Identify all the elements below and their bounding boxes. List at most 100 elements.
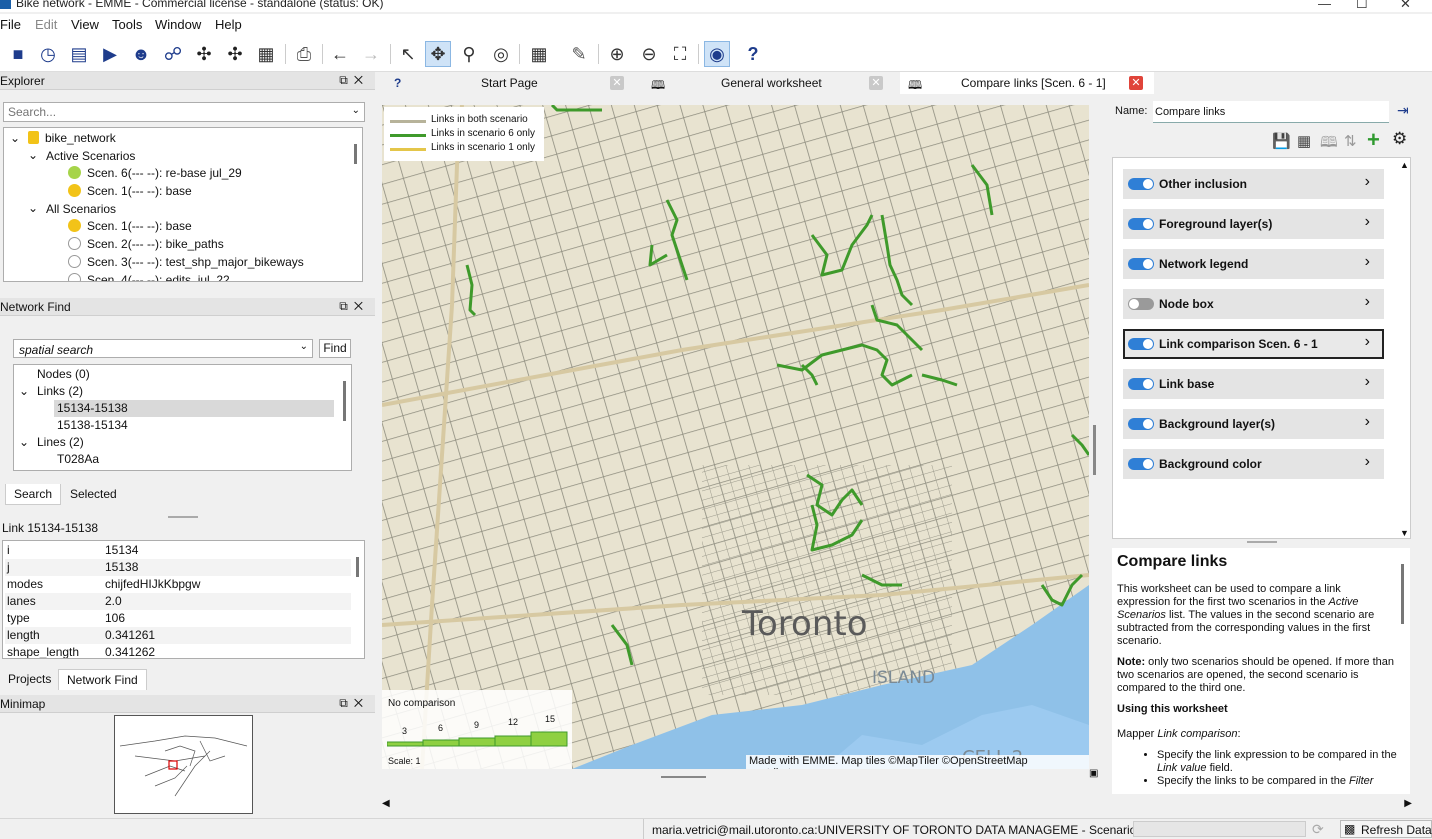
splitter-handle[interactable] [1093, 425, 1096, 475]
results-nodes[interactable]: Nodes (0) [37, 367, 90, 381]
save-as-icon[interactable]: ▦ [1297, 132, 1311, 150]
pan-icon[interactable]: ✥ [425, 41, 451, 67]
back-icon[interactable]: ← [327, 41, 353, 67]
layer-list-scrollbar[interactable]: ▲ ▼ [1400, 160, 1410, 538]
print-icon[interactable]: ⎙ [291, 41, 317, 67]
layer-network-legend[interactable]: Network legend › [1123, 249, 1384, 279]
scroll-left-icon[interactable]: ◀ [382, 798, 390, 809]
share-table-icon[interactable]: ✣ [222, 41, 248, 67]
toggle-switch[interactable] [1128, 178, 1154, 190]
results-link-item[interactable]: 15134-15138 [57, 401, 128, 415]
chevron-right-icon[interactable]: › [1365, 213, 1370, 231]
tab-compare-links[interactable]: 🕮 Compare links [Scen. 6 - 1] ✕ [900, 72, 1154, 94]
scrollbar[interactable] [1401, 564, 1404, 624]
active-scenario-1[interactable]: Scen. 1(--- --): base [68, 184, 192, 198]
menu-edit[interactable]: Edit [35, 17, 57, 32]
close-icon[interactable]: ✕ [869, 76, 883, 90]
zoom-in-icon[interactable]: ⊕ [604, 41, 630, 67]
map-corner-icon[interactable]: ▣ [1089, 768, 1102, 781]
tab-general-worksheet[interactable]: 🕮 General worksheet ✕ [643, 72, 895, 94]
find-query-box[interactable]: spatial search ⌄ [13, 339, 313, 358]
layer-link-base[interactable]: Link base › [1123, 369, 1384, 399]
chevron-down-icon[interactable]: ⌄ [352, 105, 360, 116]
scenario-1[interactable]: Scen. 1(--- --): base [68, 219, 192, 233]
close-icon[interactable]: ✕ [1129, 76, 1143, 90]
forward-icon[interactable]: → [358, 41, 384, 67]
zoom-out-icon[interactable]: ⊖ [636, 41, 662, 67]
fit-icon[interactable]: ⛶ [667, 41, 693, 67]
book-icon[interactable]: 🕮 [1320, 132, 1338, 157]
explorer-search[interactable]: ⌄ [3, 102, 365, 122]
gear-icon[interactable]: ⚙ [1392, 129, 1407, 149]
toggle-switch[interactable] [1128, 418, 1154, 430]
table-icon[interactable]: ▦ [253, 41, 279, 67]
refresh-data-button[interactable]: ▩ Refresh Data [1340, 820, 1432, 838]
users-icon[interactable]: ☻ [128, 41, 154, 67]
scenario-4[interactable]: Scen. 4(--- --): edits_jul_22 [68, 273, 230, 281]
map-view[interactable]: Toronto ISLAND CELL 2 Links in both scen… [382, 105, 1089, 769]
layer-background[interactable]: Background layer(s) › [1123, 409, 1384, 439]
panel-buttons[interactable]: ⧉✕ [339, 696, 369, 711]
expand-icon[interactable]: ⌄ [19, 435, 29, 449]
tab-search[interactable]: Search [5, 484, 62, 505]
clock-icon[interactable]: ◷ [35, 41, 61, 67]
scroll-down-icon[interactable]: ▼ [1400, 528, 1409, 538]
tab-selected[interactable]: Selected [62, 484, 125, 504]
layer-other-inclusion[interactable]: Other inclusion › [1123, 169, 1384, 199]
all-scenarios-group[interactable]: All Scenarios [46, 202, 116, 216]
expand-icon[interactable]: ⌄ [28, 201, 38, 215]
toggle-switch[interactable] [1128, 218, 1154, 230]
expand-icon[interactable]: ⌄ [28, 148, 38, 162]
layer-link-comparison[interactable]: Link comparison Scen. 6 - 1 › [1123, 329, 1384, 359]
splitter-handle[interactable] [1247, 541, 1277, 543]
chevron-right-icon[interactable]: › [1365, 453, 1370, 471]
close-icon[interactable]: ✕ [610, 76, 624, 90]
expand-icon[interactable]: ⌄ [19, 384, 29, 398]
results-link-item[interactable]: 15138-15134 [57, 418, 128, 432]
chevron-right-icon[interactable]: › [1365, 333, 1370, 351]
panel-buttons[interactable]: ⧉✕ [339, 299, 369, 314]
media-icon[interactable]: ▶ [97, 41, 123, 67]
tab-start-page[interactable]: ? Start Page ✕ [386, 72, 638, 94]
chevron-down-icon[interactable]: ⌄ [300, 341, 308, 352]
menu-view[interactable]: View [71, 17, 99, 32]
scenario-2[interactable]: Scen. 2(--- --): bike_paths [68, 237, 224, 251]
splitter-handle[interactable] [661, 776, 706, 778]
menu-file[interactable]: File [0, 17, 21, 32]
menu-window[interactable]: Window [155, 17, 201, 32]
find-query-input[interactable]: spatial search [19, 343, 93, 357]
toggle-switch[interactable] [1128, 378, 1154, 390]
name-field[interactable]: Compare links [1153, 101, 1389, 123]
splitter-handle[interactable] [168, 516, 198, 518]
worksheet-icon[interactable]: ▤ [66, 41, 92, 67]
tab-network-find[interactable]: Network Find [58, 669, 147, 690]
cube-icon[interactable]: ■ [5, 41, 31, 67]
minimize-button[interactable]: — [1318, 0, 1331, 11]
chevron-right-icon[interactable]: › [1365, 293, 1370, 311]
expand-icon[interactable]: ⌄ [10, 131, 20, 145]
explorer-search-input[interactable] [4, 103, 334, 121]
zoom-icon[interactable]: ⚲ [456, 41, 482, 67]
location-icon[interactable]: ◉ [704, 41, 730, 67]
scrollbar[interactable] [343, 381, 346, 421]
menu-tools[interactable]: Tools [112, 17, 142, 32]
maximize-button[interactable]: ☐ [1356, 0, 1368, 12]
scenario-3[interactable]: Scen. 3(--- --): test_shp_major_bikeways [68, 255, 304, 269]
toggle-switch[interactable] [1128, 458, 1154, 470]
chevron-right-icon[interactable]: › [1365, 413, 1370, 431]
minimap-view[interactable] [114, 715, 253, 814]
layer-background-color[interactable]: Background color › [1123, 449, 1384, 479]
active-scenario-6[interactable]: Scen. 6(--- --): re-base jul_29 [68, 166, 242, 180]
panel-buttons[interactable]: ⧉✕ [339, 73, 369, 88]
results-links[interactable]: Links (2) [37, 384, 83, 398]
toggle-switch[interactable] [1128, 338, 1154, 350]
find-button[interactable]: Find [319, 339, 351, 358]
help-icon[interactable]: ? [740, 41, 766, 67]
save-icon[interactable]: 💾 [1272, 132, 1291, 150]
scroll-up-icon[interactable]: ▲ [1400, 160, 1409, 170]
tab-projects[interactable]: Projects [0, 669, 59, 689]
layout-icon[interactable]: ▦ [526, 41, 552, 67]
select-icon[interactable]: ↖ [395, 41, 421, 67]
sort-icon[interactable]: ⇅ [1344, 132, 1357, 150]
tree-root[interactable]: bike_network [28, 131, 116, 145]
